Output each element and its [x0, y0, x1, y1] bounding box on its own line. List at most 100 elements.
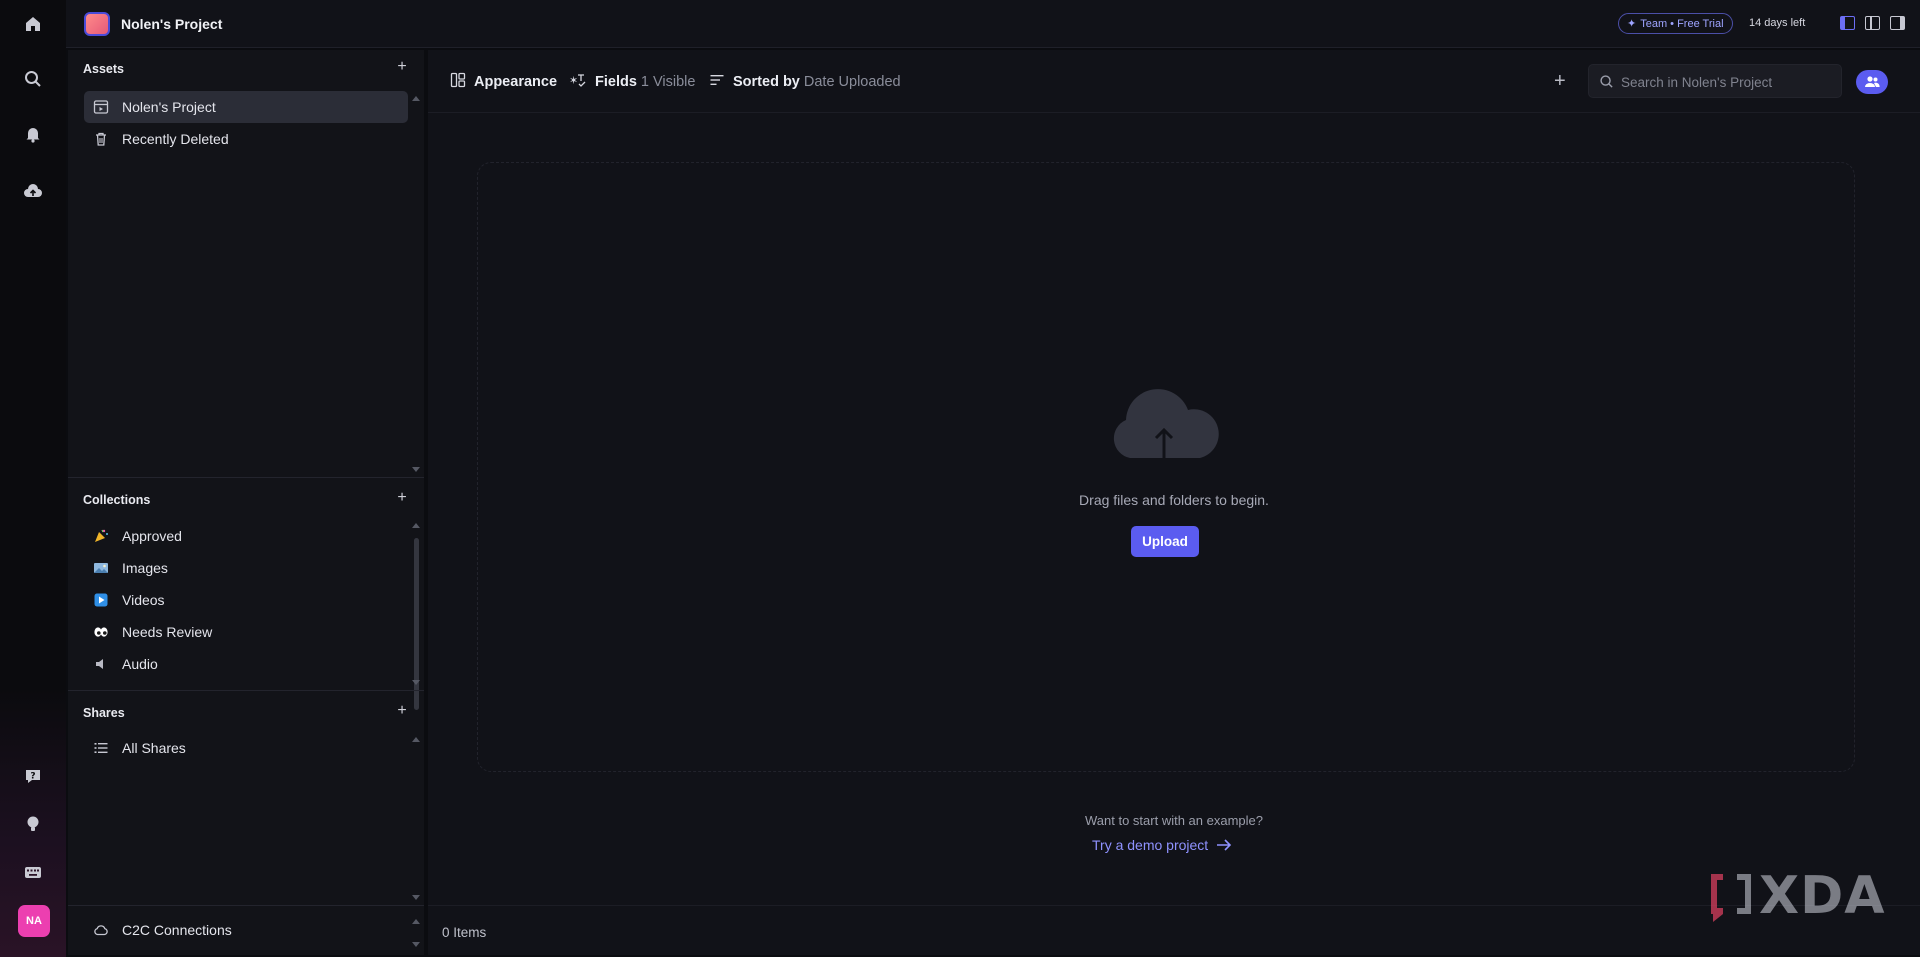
project-icon	[92, 98, 110, 116]
cloud-icon	[92, 921, 110, 939]
toolbar: Appearance ✶ Fields 1 Visible Sorted by …	[428, 50, 1920, 113]
sort-value: Date Uploaded	[803, 74, 901, 90]
demo-project-link[interactable]: Try a demo project	[1092, 837, 1232, 853]
assets-heading: Assets	[83, 62, 124, 76]
cloud-upload-icon[interactable]	[21, 180, 45, 204]
shares-scroll-down[interactable]	[412, 895, 420, 900]
center-panel-toggle-icon[interactable]	[1865, 16, 1880, 30]
sidebar-item-videos[interactable]: Videos	[84, 584, 408, 616]
speaker-icon	[92, 655, 110, 673]
users-icon	[1865, 76, 1880, 87]
sidebar-item-all-shares[interactable]: All Shares	[84, 732, 408, 764]
trash-icon	[92, 130, 110, 148]
avatar[interactable]: NA	[18, 905, 50, 937]
sidebar-item-needs-review[interactable]: Needs Review	[84, 616, 408, 648]
shares-header: Shares +	[68, 694, 424, 728]
search-box[interactable]	[1588, 64, 1842, 98]
shares-scroll-up[interactable]	[412, 737, 420, 742]
sidebar-item-label: Approved	[122, 528, 182, 544]
search-icon[interactable]	[21, 67, 45, 91]
days-left-text: 14 days left	[1749, 17, 1806, 29]
add-share-button[interactable]: +	[394, 703, 410, 719]
layout-icon	[450, 72, 466, 92]
add-button[interactable]: +	[1554, 70, 1566, 93]
search-input[interactable]	[1621, 72, 1831, 92]
trial-badge-label: Team • Free Trial	[1640, 17, 1724, 30]
divider	[68, 905, 424, 906]
add-asset-button[interactable]: +	[394, 59, 410, 75]
lightbulb-icon[interactable]	[21, 812, 45, 836]
party-popper-icon	[92, 527, 110, 545]
assets-scroll-down[interactable]	[412, 467, 420, 472]
fields-label: Fields	[595, 74, 637, 90]
sidebar-item-images[interactable]: Images	[84, 552, 408, 584]
sidebar-item-label: Needs Review	[122, 624, 213, 640]
sidebar: Assets + Nolen's Project Recently Delete…	[68, 50, 424, 955]
list-icon	[92, 739, 110, 757]
left-rail: ? NA	[0, 0, 66, 957]
share-users-button[interactable]	[1856, 70, 1888, 94]
right-panel-toggle-icon[interactable]	[1890, 16, 1905, 30]
sidebar-item-label: Recently Deleted	[122, 131, 229, 147]
example-prompt: Want to start with an example?	[1085, 813, 1263, 828]
bell-icon[interactable]	[21, 122, 45, 146]
sidebar-item-approved[interactable]: Approved	[84, 520, 408, 552]
project-logo[interactable]	[84, 12, 110, 36]
play-icon	[92, 591, 110, 609]
sort-icon	[709, 72, 725, 92]
trial-badge[interactable]: ✦ Team • Free Trial	[1618, 13, 1733, 34]
watermark-text: XDA	[1759, 866, 1886, 926]
assets-scroll-up[interactable]	[412, 96, 420, 101]
sparkle-icon: ✦	[1627, 18, 1637, 30]
main-content: Appearance ✶ Fields 1 Visible Sorted by …	[428, 50, 1920, 955]
eyes-icon	[92, 623, 110, 641]
keyboard-icon[interactable]	[21, 860, 45, 884]
cloud-upload-icon	[1113, 389, 1219, 460]
sidebar-item-recently-deleted[interactable]: Recently Deleted	[84, 123, 408, 155]
arrow-right-icon	[1217, 839, 1232, 851]
sidebar-item-c2c-connections[interactable]: C2C Connections	[84, 914, 408, 946]
items-count: 0 Items	[442, 925, 487, 940]
sort-button[interactable]: Sorted by Date Uploaded	[709, 72, 901, 92]
add-collection-button[interactable]: +	[394, 490, 410, 506]
appearance-label: Appearance	[474, 74, 558, 90]
footer-scroll-down[interactable]	[412, 942, 420, 947]
divider	[68, 690, 424, 691]
divider	[68, 477, 424, 478]
fields-icon: ✶	[569, 72, 587, 92]
status-bar: 0 Items	[428, 905, 1920, 955]
sidebar-item-label: All Shares	[122, 740, 186, 756]
footer-scroll-up[interactable]	[412, 919, 420, 924]
collections-scroll-down[interactable]	[412, 680, 420, 685]
upload-button[interactable]: Upload	[1131, 526, 1199, 557]
svg-text:✶: ✶	[569, 74, 578, 87]
shares-heading: Shares	[83, 706, 125, 720]
sidebar-item-label: Images	[122, 560, 168, 576]
assets-header: Assets +	[68, 50, 424, 84]
collections-header: Collections +	[68, 481, 424, 515]
sidebar-item-audio[interactable]: Audio	[84, 648, 408, 680]
drop-zone[interactable]	[477, 162, 1855, 772]
appearance-button[interactable]: Appearance	[450, 72, 557, 92]
left-panel-toggle-icon[interactable]	[1840, 16, 1855, 30]
sidebar-item-label: Nolen's Project	[122, 99, 216, 115]
sidebar-item-nolens-project[interactable]: Nolen's Project	[84, 91, 408, 123]
xda-logo-icon	[1711, 874, 1751, 922]
project-title[interactable]: Nolen's Project	[121, 16, 222, 32]
image-icon	[92, 559, 110, 577]
home-icon[interactable]	[21, 12, 45, 36]
xda-watermark: XDA	[1707, 866, 1886, 926]
collections-scroll-up[interactable]	[412, 523, 420, 528]
top-bar: Nolen's Project ✦ Team • Free Trial 14 d…	[66, 0, 1920, 48]
sidebar-item-label: C2C Connections	[122, 922, 232, 938]
fields-value: 1 Visible	[640, 74, 696, 90]
demo-link-label: Try a demo project	[1092, 837, 1209, 853]
svg-text:?: ?	[30, 772, 35, 782]
help-icon[interactable]: ?	[21, 764, 45, 788]
drag-instructions: Drag files and folders to begin.	[1079, 492, 1269, 508]
collections-heading: Collections	[83, 493, 151, 507]
fields-button[interactable]: ✶ Fields 1 Visible	[569, 72, 695, 92]
search-icon	[1600, 75, 1613, 88]
sidebar-item-label: Videos	[122, 592, 165, 608]
sidebar-item-label: Audio	[122, 656, 158, 672]
